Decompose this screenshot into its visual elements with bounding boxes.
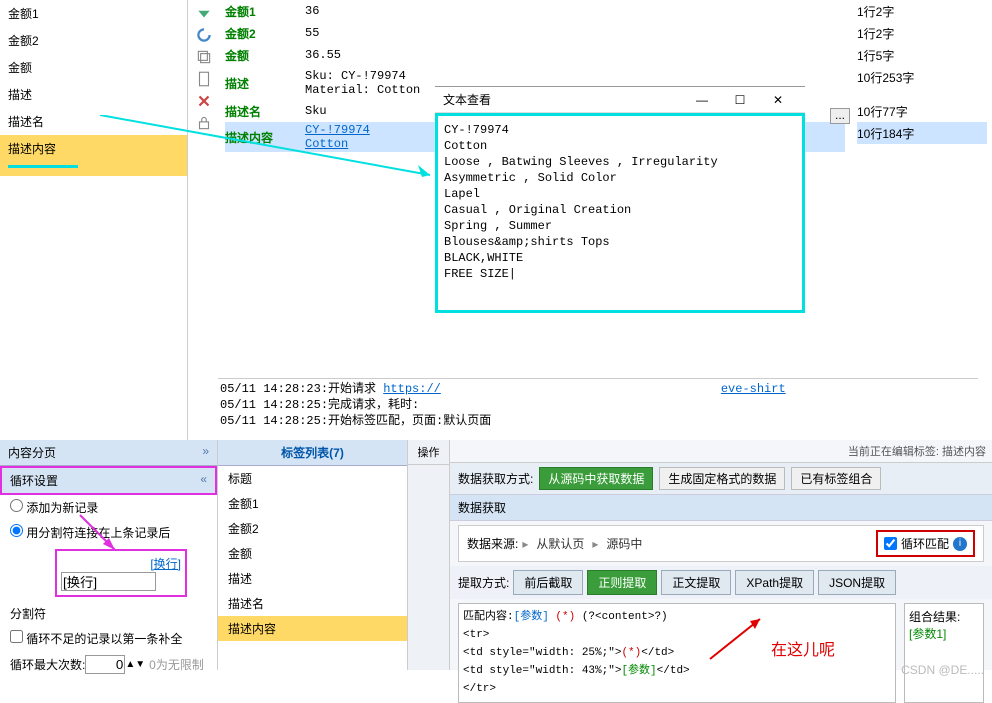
vertical-toolbar bbox=[195, 0, 217, 136]
copy-icon[interactable] bbox=[195, 48, 213, 66]
loop-match-label: 循环匹配 bbox=[901, 535, 949, 552]
tab-regex[interactable]: 正则提取 bbox=[587, 570, 657, 595]
lock-icon[interactable] bbox=[195, 114, 213, 132]
log-link[interactable]: https:// bbox=[383, 382, 441, 396]
loop-settings-header[interactable]: 循环设置 bbox=[2, 468, 215, 493]
checkbox-fill-first[interactable]: 循环不足的记录以第一条补全 bbox=[10, 632, 182, 646]
tag-list-header: 标签列表(7) bbox=[218, 440, 407, 466]
tag-item[interactable]: 标题 bbox=[218, 466, 407, 491]
annotation-red-text: 在这儿呢 bbox=[771, 642, 835, 660]
crumb-default-page[interactable]: 从默认页 bbox=[532, 535, 588, 552]
left-field-list: 金额1 金额2 金额 描述 描述名 描述内容 bbox=[0, 0, 188, 440]
log-panel: 05/11 14:28:23:开始请求 https://eve-shirt 05… bbox=[218, 378, 978, 433]
paste-icon[interactable] bbox=[195, 70, 213, 88]
tag-item-selected[interactable]: 描述内容 bbox=[218, 616, 407, 641]
data-acquisition-panel: 当前正在编辑标签: 描述内容 数据获取方式: 从源码中获取数据 生成固定格式的数… bbox=[450, 440, 992, 670]
stat-cell: 1行2字 bbox=[857, 0, 987, 22]
stat-cell: 1行5字 bbox=[857, 44, 987, 66]
max-loop-input[interactable] bbox=[85, 655, 125, 674]
param1-chip[interactable]: [参数1] bbox=[909, 625, 979, 642]
tab-cut[interactable]: 前后截取 bbox=[513, 570, 583, 595]
row-value: 36.55 bbox=[305, 48, 845, 62]
tab-json[interactable]: JSON提取 bbox=[818, 570, 896, 595]
separator-box: [换行] bbox=[55, 549, 187, 597]
separator-label: 分割符 bbox=[10, 607, 46, 621]
max-loop-note: 0为无限制 bbox=[149, 656, 204, 673]
btn-tag-combo[interactable]: 已有标签组合 bbox=[791, 467, 881, 490]
loop-match-checkbox[interactable] bbox=[884, 537, 897, 550]
btn-from-source[interactable]: 从源码中获取数据 bbox=[539, 467, 653, 490]
ellipsis-button[interactable]: ... bbox=[830, 108, 850, 124]
field-item[interactable]: 金额1 bbox=[0, 0, 187, 27]
ops-column: 操作 bbox=[408, 440, 450, 670]
editing-note: 当前正在编辑标签: 描述内容 bbox=[450, 440, 992, 463]
stat-cell: 10行253字 bbox=[857, 66, 987, 100]
stats-column: 1行2字 1行2字 1行5字 10行253字 10行77字 10行184字 bbox=[857, 0, 987, 144]
field-item[interactable]: 金额 bbox=[0, 54, 187, 81]
source-label: 数据来源: bbox=[467, 535, 518, 552]
tag-item[interactable]: 金额1 bbox=[218, 491, 407, 516]
radio-append-separator[interactable]: 用分割符连接在上条记录后 bbox=[10, 526, 170, 540]
tag-item[interactable]: 金额2 bbox=[218, 516, 407, 541]
crumb-source[interactable]: 源码中 bbox=[602, 535, 646, 552]
field-item-selected[interactable]: 描述内容 bbox=[0, 135, 187, 176]
field-item[interactable]: 金额2 bbox=[0, 27, 187, 54]
popup-text-content[interactable]: CY-!79974 Cotton Loose , Batwing Sleeves… bbox=[435, 113, 805, 313]
acq-mode-label: 数据获取方式: bbox=[458, 470, 533, 487]
ops-header: 操作 bbox=[408, 440, 449, 465]
text-viewer-popup: 文本查看 — ☐ ✕ CY-!79974 Cotton Loose , Batw… bbox=[435, 86, 805, 376]
match-content-editor[interactable]: 匹配内容:[参数] (*) (?<content>?) <tr> <td sty… bbox=[458, 603, 896, 703]
tag-list-panel: 标签列表(7) 标题 金额1 金额2 金额 描述 描述名 描述内容 bbox=[218, 440, 408, 670]
row-value: 36 bbox=[305, 4, 845, 18]
content-paging-header[interactable]: 内容分页 bbox=[0, 440, 217, 466]
combine-label: 组合结果: bbox=[909, 608, 979, 625]
row-label: 描述 bbox=[225, 75, 305, 92]
field-item[interactable]: 描述 bbox=[0, 81, 187, 108]
row-value: 55 bbox=[305, 26, 845, 40]
max-loop-label: 循环最大次数: bbox=[10, 656, 85, 673]
minimize-button[interactable]: — bbox=[683, 89, 721, 111]
extract-mode-label: 提取方式: bbox=[458, 574, 509, 591]
swap-link[interactable]: [换行] bbox=[61, 555, 181, 572]
tag-item[interactable]: 金额 bbox=[218, 541, 407, 566]
field-item[interactable]: 描述名 bbox=[0, 108, 187, 135]
row-label: 金额1 bbox=[225, 3, 305, 20]
delete-icon[interactable] bbox=[195, 92, 213, 110]
acq-subheader: 数据获取 bbox=[450, 495, 992, 521]
btn-fixed-format[interactable]: 生成固定格式的数据 bbox=[659, 467, 785, 490]
tab-body[interactable]: 正文提取 bbox=[661, 570, 731, 595]
stat-cell: 1行2字 bbox=[857, 22, 987, 44]
maximize-button[interactable]: ☐ bbox=[721, 89, 759, 111]
loop-match-box: 循环匹配 i bbox=[876, 530, 975, 557]
stat-cell: 10行184字 bbox=[857, 122, 987, 144]
watermark: CSDN @DE..... bbox=[901, 663, 984, 677]
highlight-underline bbox=[8, 165, 78, 168]
refresh-icon[interactable] bbox=[195, 26, 213, 44]
row-label: 描述内容 bbox=[225, 129, 305, 146]
separator-input[interactable] bbox=[61, 572, 156, 591]
row-label: 金额2 bbox=[225, 25, 305, 42]
radio-new-record[interactable]: 添加为新记录 bbox=[10, 501, 98, 515]
arrow-down-icon[interactable] bbox=[195, 4, 213, 22]
combine-result-panel: 组合结果: [参数1] bbox=[904, 603, 984, 703]
close-button[interactable]: ✕ bbox=[759, 89, 797, 111]
row-label: 描述名 bbox=[225, 103, 305, 120]
left-settings-panel: 内容分页 循环设置 添加为新记录 用分割符连接在上条记录后 [换行] 分割符 循… bbox=[0, 440, 218, 670]
tag-item[interactable]: 描述名 bbox=[218, 591, 407, 616]
tab-xpath[interactable]: XPath提取 bbox=[735, 570, 814, 595]
row-label: 金额 bbox=[225, 47, 305, 64]
stat-cell: 10行77字 bbox=[857, 100, 987, 122]
tag-item[interactable]: 描述 bbox=[218, 566, 407, 591]
info-icon[interactable]: i bbox=[953, 537, 967, 551]
popup-title: 文本查看 bbox=[443, 91, 683, 108]
